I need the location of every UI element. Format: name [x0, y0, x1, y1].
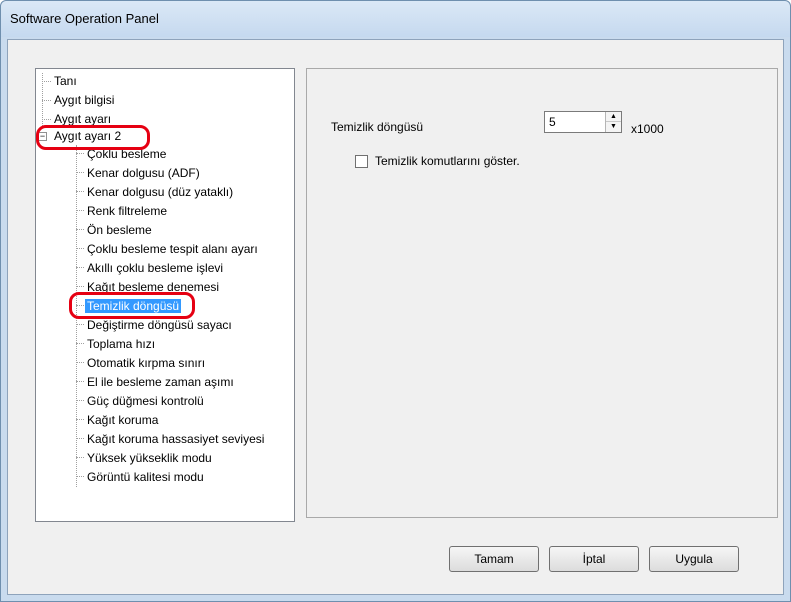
apply-button[interactable]: Uygula	[649, 546, 739, 572]
tree-line	[42, 81, 51, 82]
tree-item-degistirme-dongusu[interactable]: Değiştirme döngüsü sayacı	[87, 317, 232, 333]
tree-item-label: Tanı	[54, 74, 77, 88]
tree-line	[76, 267, 84, 268]
ok-button[interactable]: Tamam	[449, 546, 539, 572]
tree-item-yuksek-yukseklik[interactable]: Yüksek yükseklik modu	[87, 450, 212, 466]
tree-line	[76, 191, 84, 192]
cleaning-cycle-spinner[interactable]: 5 ▲ ▼	[544, 111, 622, 133]
tree-line	[76, 343, 84, 344]
spin-up-icon[interactable]: ▲	[606, 112, 621, 122]
tree-item-kagit-koruma-hassasiyet[interactable]: Kağıt koruma hassasiyet seviyesi	[87, 431, 264, 447]
window-title: Software Operation Panel	[10, 11, 159, 26]
tree-item-label: Renk filtreleme	[87, 204, 168, 218]
spin-down-icon[interactable]: ▼	[606, 122, 621, 132]
tree-line	[76, 476, 84, 477]
tree-item-renk-filtreleme[interactable]: Renk filtreleme	[87, 203, 167, 219]
software-operation-panel-window: Software Operation Panel Tanı Aygıt bilg…	[0, 0, 791, 602]
cleaning-cycle-label: Temizlik döngüsü	[331, 120, 424, 134]
tree-item-label: Görüntü kalitesi modu	[87, 470, 204, 484]
tree-item-label: Kağıt koruma hassasiyet seviyesi	[87, 432, 265, 446]
spinner-buttons: ▲ ▼	[605, 112, 621, 132]
tree-item-kagit-koruma[interactable]: Kağıt koruma	[87, 412, 158, 428]
tree-item-kenar-dolgusu-adf[interactable]: Kenar dolgusu (ADF)	[87, 165, 200, 181]
tree-line	[76, 324, 84, 325]
tree-line	[42, 119, 51, 120]
tree-line	[76, 172, 84, 173]
tree-item-aygit-bilgisi[interactable]: Aygıt bilgisi	[54, 92, 114, 108]
title-bar[interactable]: Software Operation Panel	[1, 1, 790, 37]
cycle-unit-label: x1000	[631, 122, 664, 136]
tree-item-label: Akıllı çoklu besleme işlevi	[87, 261, 224, 275]
tree-line	[42, 100, 51, 101]
highlight-ring	[36, 125, 150, 150]
tree-item-tani[interactable]: Tanı	[54, 73, 77, 89]
cleaning-cycle-value[interactable]: 5	[549, 115, 556, 129]
tree-item-label: Kenar dolgusu (ADF)	[87, 166, 200, 180]
tree-item-label: Kenar dolgusu (düz yataklı)	[87, 185, 234, 199]
tree-line	[76, 438, 84, 439]
tree-line	[76, 210, 84, 211]
tree-item-kenar-dolgusu-duz[interactable]: Kenar dolgusu (düz yataklı)	[87, 184, 233, 200]
tree-line	[76, 153, 84, 154]
cancel-button[interactable]: İptal	[549, 546, 639, 572]
tree-line	[76, 362, 84, 363]
tree-item-label: El ile besleme zaman aşımı	[87, 375, 234, 389]
tree-item-toplama-hizi[interactable]: Toplama hızı	[87, 336, 155, 352]
tree-line	[76, 381, 84, 382]
tree-line	[76, 419, 84, 420]
tree-item-akilli-coklu-besleme[interactable]: Akıllı çoklu besleme işlevi	[87, 260, 223, 276]
tree-item-goruntu-kalitesi[interactable]: Görüntü kalitesi modu	[87, 469, 204, 485]
tree-item-label: Ön besleme	[87, 223, 152, 237]
tree-item-label: Kağıt koruma	[87, 413, 159, 427]
tree-item-otomatik-kirpma[interactable]: Otomatik kırpma sınırı	[87, 355, 205, 371]
tree-item-label: Aygıt bilgisi	[54, 93, 115, 107]
settings-panel: Temizlik döngüsü 5 ▲ ▼ x1000 Temizlik ko…	[306, 68, 778, 518]
tree-line	[76, 457, 84, 458]
show-cleaning-commands-label[interactable]: Temizlik komutlarını göster.	[375, 154, 520, 168]
tree-line	[76, 229, 84, 230]
tree-item-guc-dugmesi[interactable]: Güç düğmesi kontrolü	[87, 393, 204, 409]
dialog-client-area: Tanı Aygıt bilgisi Aygıt ayarı − Aygıt a…	[7, 39, 784, 595]
tree-item-label: Güç düğmesi kontrolü	[87, 394, 204, 408]
tree-item-on-besleme[interactable]: Ön besleme	[87, 222, 152, 238]
tree-item-label: Aygıt ayarı	[54, 112, 112, 126]
tree-line	[76, 286, 84, 287]
tree-item-label: Değiştirme döngüsü sayacı	[87, 318, 232, 332]
highlight-ring	[69, 292, 195, 319]
tree-line	[76, 400, 84, 401]
tree-item-coklu-besleme-tespit[interactable]: Çoklu besleme tespit alanı ayarı	[87, 241, 258, 257]
tree-item-label: Otomatik kırpma sınırı	[87, 356, 206, 370]
tree-line	[76, 248, 84, 249]
tree-item-label: Çoklu besleme tespit alanı ayarı	[87, 242, 258, 256]
tree-item-el-ile-besleme[interactable]: El ile besleme zaman aşımı	[87, 374, 234, 390]
tree-item-label: Yüksek yükseklik modu	[87, 451, 212, 465]
show-cleaning-commands-checkbox[interactable]	[355, 155, 368, 168]
tree-item-label: Toplama hızı	[87, 337, 156, 351]
